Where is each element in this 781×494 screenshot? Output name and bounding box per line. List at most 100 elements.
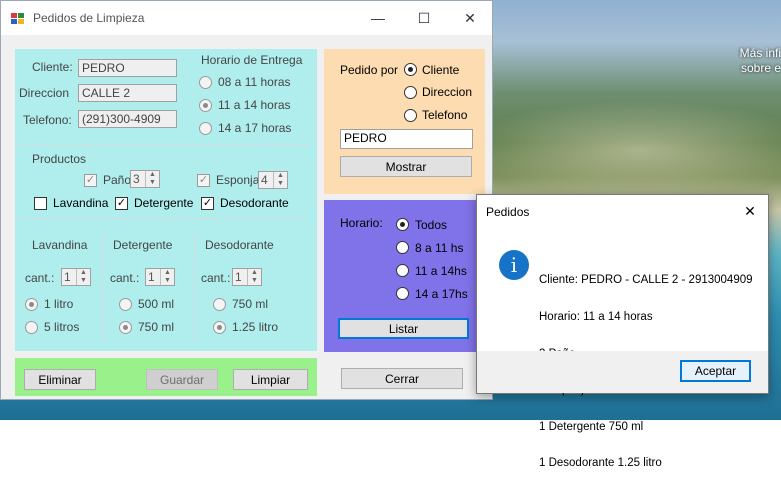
pedido-por-telefono-label: Telefono: [422, 108, 468, 122]
minimize-button[interactable]: —: [355, 1, 401, 35]
cerrar-button[interactable]: Cerrar: [341, 368, 463, 389]
horario-14-17-filter-radio[interactable]: [396, 287, 409, 300]
horario-14-17-radio[interactable]: [199, 122, 212, 135]
lavandina-cant-label: cant.:: [25, 271, 55, 285]
direccion-label: Direccion: [19, 86, 70, 100]
spinner-down-icon[interactable]: ▼: [273, 180, 287, 188]
divider: [195, 229, 196, 341]
main-window: Pedidos de Limpieza — ☐ ✕ Cliente: PEDRO…: [0, 0, 493, 400]
panel-acciones: Eliminar Guardar Limpiar: [15, 358, 317, 396]
msgbox-footer: Aceptar: [477, 351, 768, 393]
maximize-button[interactable]: ☐: [401, 1, 447, 35]
detergente-checkbox[interactable]: ✓: [115, 197, 128, 210]
horario-11-14-filter-radio[interactable]: [396, 264, 409, 277]
spinner-up-icon[interactable]: ▲: [247, 269, 261, 277]
app-icon: [11, 13, 24, 24]
limpiar-button[interactable]: Limpiar: [233, 369, 308, 390]
spinner-up-icon[interactable]: ▲: [160, 269, 174, 277]
lavandina-1litro-radio[interactable]: [25, 298, 38, 311]
pano-qty-value: 3: [133, 172, 140, 186]
horario-08-11-label: 08 a 11 horas: [218, 75, 291, 89]
pedido-por-cliente-label: Cliente: [422, 63, 460, 77]
panel-pedido-por: Pedido por Cliente Direccion Telefono PE…: [324, 49, 485, 194]
pedido-por-direccion-label: Direccion: [422, 85, 473, 99]
spinner-up-icon[interactable]: ▲: [273, 172, 287, 180]
desodorante-750ml-label: 750 ml: [232, 297, 269, 311]
spinner-down-icon[interactable]: ▼: [160, 277, 174, 285]
horario-14-17-filter-label: 14 a 17hs: [415, 287, 468, 301]
detergente-group-title: Detergente: [113, 238, 173, 252]
detergente-label: Detergente: [134, 196, 194, 210]
guardar-button[interactable]: Guardar: [146, 369, 218, 390]
cliente-label: Cliente:: [32, 60, 73, 74]
mostrar-button[interactable]: Mostrar: [340, 156, 472, 177]
pedido-por-telefono-radio[interactable]: [404, 109, 417, 122]
esponja-qty-spinner[interactable]: 4 ▲ ▼: [258, 171, 288, 189]
msgbox-line: 1 Detergente 750 ml: [539, 420, 644, 433]
window-title: Pedidos de Limpieza: [33, 11, 145, 25]
desodorante-qty-spinner[interactable]: 1 ▲ ▼: [232, 268, 262, 286]
aceptar-button[interactable]: Aceptar: [680, 360, 751, 382]
detergente-500ml-radio[interactable]: [119, 298, 132, 311]
lavandina-label: Lavandina: [53, 196, 109, 210]
horario-11-14-radio[interactable]: [199, 99, 212, 112]
detergente-qty-spinner[interactable]: 1 ▲ ▼: [145, 268, 175, 286]
divider: [19, 144, 309, 145]
lavandina-qty-spinner[interactable]: 1 ▲ ▼: [61, 268, 91, 286]
close-button[interactable]: ✕: [447, 1, 493, 35]
telefono-label: Telefono:: [23, 113, 72, 127]
pedido-por-title: Pedido por: [340, 63, 399, 77]
direccion-field[interactable]: CALLE 2: [78, 84, 177, 102]
msgbox-title: Pedidos: [486, 205, 530, 219]
msgbox-close-button[interactable]: ✕: [737, 200, 763, 222]
msgbox-line: Cliente: PEDRO - CALLE 2 - 2913004909: [539, 274, 753, 287]
desodorante-label: Desodorante: [220, 196, 289, 210]
lavandina-5litros-label: 5 litros: [44, 320, 80, 334]
lavandina-checkbox[interactable]: [34, 197, 47, 210]
desodorante-cant-label: cant.:: [201, 271, 231, 285]
telefono-field[interactable]: (291)300-4909: [78, 110, 177, 128]
listar-button[interactable]: Listar: [338, 318, 469, 339]
desodorante-125litro-label: 1.25 litro: [232, 320, 279, 334]
panel-horario-filtro: Horario: Todos 8 a 11 hs 11 a 14hs 14 a …: [324, 200, 485, 352]
pedido-por-direccion-radio[interactable]: [404, 86, 417, 99]
pano-qty-spinner[interactable]: 3 ▲ ▼: [130, 170, 160, 188]
lavandina-5litros-radio[interactable]: [25, 321, 38, 334]
pano-label: Paño: [103, 173, 132, 187]
detergente-750ml-radio[interactable]: [119, 321, 132, 334]
eliminar-button[interactable]: Eliminar: [24, 369, 96, 390]
horario-8-11-radio[interactable]: [396, 241, 409, 254]
spinner-down-icon[interactable]: ▼: [145, 179, 159, 187]
horario-filtro-title: Horario:: [340, 216, 383, 230]
detergente-cant-label: cant.:: [110, 271, 140, 285]
info-icon: i: [499, 250, 529, 280]
horario-11-14-filter-label: 11 a 14hs: [415, 264, 467, 278]
spinner-down-icon[interactable]: ▼: [76, 277, 90, 285]
detergente-qty-value: 1: [148, 270, 155, 284]
productos-title: Productos: [32, 152, 87, 166]
desodorante-125litro-radio[interactable]: [213, 321, 226, 334]
esponja-label: Esponja: [216, 173, 260, 187]
desodorante-checkbox[interactable]: ✓: [201, 197, 214, 210]
esponja-checkbox[interactable]: ✓: [197, 174, 210, 187]
pano-checkbox[interactable]: ✓: [84, 174, 97, 187]
horario-11-14-label: 11 a 14 horas: [218, 98, 291, 112]
divider: [19, 219, 309, 220]
divider: [103, 229, 104, 341]
pedidos-message-box: Pedidos ✕ i Cliente: PEDRO - CALLE 2 - 2…: [476, 194, 769, 469]
horario-08-11-radio[interactable]: [199, 76, 212, 89]
horario-todos-radio[interactable]: [396, 218, 409, 231]
spinner-up-icon[interactable]: ▲: [145, 171, 159, 179]
cliente-field[interactable]: PEDRO: [78, 59, 177, 77]
msgbox-line: 1 Desodorante 1.25 litro: [539, 457, 662, 470]
pedido-por-cliente-radio[interactable]: [404, 63, 417, 76]
spinner-up-icon[interactable]: ▲: [76, 269, 90, 277]
msgbox-line: Horario: 11 a 14 horas: [539, 311, 653, 324]
title-bar[interactable]: Pedidos de Limpieza — ☐ ✕: [1, 1, 492, 35]
desktop-info-text[interactable]: Más infi sobre e: [700, 46, 781, 76]
pedido-search-input[interactable]: PEDRO: [340, 129, 473, 149]
desktop-info-line2: sobre e: [740, 61, 781, 75]
detergente-750ml-label: 750 ml: [138, 320, 175, 334]
desodorante-750ml-radio[interactable]: [213, 298, 226, 311]
spinner-down-icon[interactable]: ▼: [247, 277, 261, 285]
